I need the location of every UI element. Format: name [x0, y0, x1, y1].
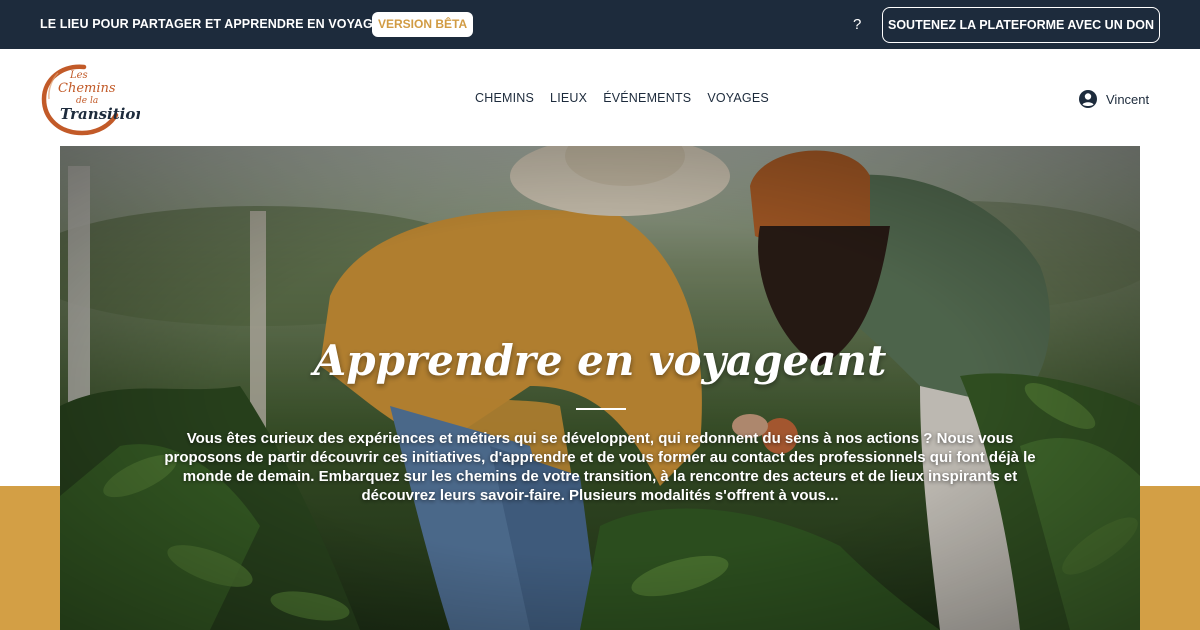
- nav-lieux[interactable]: LIEUX: [550, 91, 587, 105]
- hero-description: Vous êtes curieux des expériences et mét…: [164, 430, 1036, 504]
- svg-text:Transition: Transition: [60, 105, 140, 123]
- hero-banner: Apprendre en voyageant Vous êtes curieux…: [60, 146, 1140, 630]
- main-nav: CHEMINS LIEUX ÉVÉNEMENTS VOYAGES: [475, 91, 769, 105]
- hero-photo: [60, 146, 1140, 630]
- nav-chemins[interactable]: CHEMINS: [475, 91, 534, 105]
- main-header: Les Chemins de la Transition CHEMINS LIE…: [0, 49, 1200, 146]
- logo-icon: Les Chemins de la Transition: [41, 64, 146, 136]
- hero-divider: [576, 408, 626, 410]
- site-tagline: LE LIEU POUR PARTAGER ET APPRENDRE EN VO…: [40, 17, 408, 31]
- svg-text:Les: Les: [69, 70, 88, 81]
- help-link[interactable]: ?: [853, 16, 861, 33]
- user-name: Vincent: [1106, 91, 1150, 107]
- beta-badge: VERSION BÊTA: [372, 12, 474, 37]
- nav-evenements[interactable]: ÉVÉNEMENTS: [603, 91, 691, 105]
- user-circle-icon: [1079, 90, 1097, 108]
- site-logo[interactable]: Les Chemins de la Transition: [40, 59, 146, 137]
- donate-button[interactable]: SOUTENEZ LA PLATEFORME AVEC UN DON: [882, 7, 1160, 43]
- hero-title: Apprendre en voyageant: [313, 336, 887, 385]
- top-bar: LE LIEU POUR PARTAGER ET APPRENDRE EN VO…: [0, 0, 1200, 49]
- svg-text:Chemins: Chemins: [58, 81, 116, 96]
- nav-voyages[interactable]: VOYAGES: [707, 91, 769, 105]
- user-menu[interactable]: Vincent: [1078, 89, 1149, 109]
